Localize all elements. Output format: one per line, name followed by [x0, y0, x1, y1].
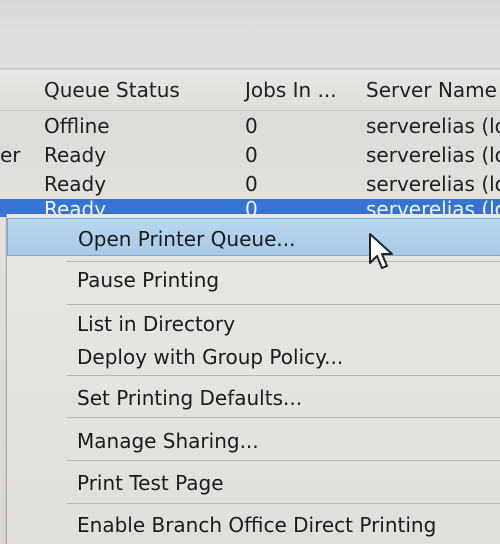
table-row[interactable]: er Ready 0 serverelias (lo [0, 141, 500, 170]
menu-item-label: Set Printing Defaults... [77, 386, 303, 410]
table-row[interactable]: Ready 0 serverelias (lo [0, 170, 500, 199]
jobs-in-column-header[interactable]: Jobs In ... [245, 78, 337, 102]
printer-context-menu: Open Printer Queue... Pause Printing Lis… [6, 214, 500, 544]
menu-item-label: Print Test Page [77, 471, 224, 495]
server-name-column-header[interactable]: Server Name [366, 78, 497, 102]
server-name-cell: serverelias (lo [366, 114, 500, 138]
server-name-cell: serverelias (lo [366, 172, 500, 196]
set-printing-defaults-menu-item[interactable]: Set Printing Defaults... [7, 378, 500, 416]
queue-status-cell: Ready [44, 172, 107, 196]
menu-item-label: Open Printer Queue... [78, 227, 296, 251]
deploy-group-policy-menu-item[interactable]: Deploy with Group Policy... [7, 337, 500, 375]
manage-sharing-menu-item[interactable]: Manage Sharing... [7, 421, 500, 459]
menu-separator [67, 503, 500, 504]
menu-item-label: Manage Sharing... [77, 429, 259, 453]
menu-item-label: Deploy with Group Policy... [77, 345, 344, 369]
jobs-count-cell: 0 [245, 172, 258, 196]
queue-status-cell: Offline [44, 114, 110, 138]
menu-item-label: Pause Printing [77, 268, 220, 292]
queue-status-column-header[interactable]: Queue Status [44, 78, 180, 102]
menu-separator [67, 375, 500, 376]
queue-status-cell: Ready [44, 143, 107, 167]
pause-printing-menu-item[interactable]: Pause Printing [7, 260, 500, 298]
print-management-screen: Queue Status Jobs In ... Server Name Off… [0, 0, 500, 544]
arrow-cursor-icon [369, 233, 393, 269]
printer-list-header: Queue Status Jobs In ... Server Name [0, 70, 500, 111]
menu-separator [67, 460, 500, 461]
server-name-cell: serverelias (lo [366, 143, 500, 167]
menu-item-label: Enable Branch Office Direct Printing [77, 513, 437, 537]
printer-name-fragment: er [0, 143, 21, 167]
open-printer-queue-menu-item[interactable]: Open Printer Queue... [7, 218, 500, 256]
jobs-count-cell: 0 [245, 143, 258, 167]
toolbar-area [0, 0, 500, 69]
jobs-count-cell: 0 [245, 114, 258, 138]
enable-branch-office-direct-printing-menu-item[interactable]: Enable Branch Office Direct Printing [7, 505, 500, 543]
table-row[interactable]: Offline 0 serverelias (lo [0, 112, 500, 141]
menu-separator [67, 417, 500, 418]
menu-item-label: List in Directory [77, 312, 236, 336]
print-test-page-menu-item[interactable]: Print Test Page [7, 463, 500, 501]
